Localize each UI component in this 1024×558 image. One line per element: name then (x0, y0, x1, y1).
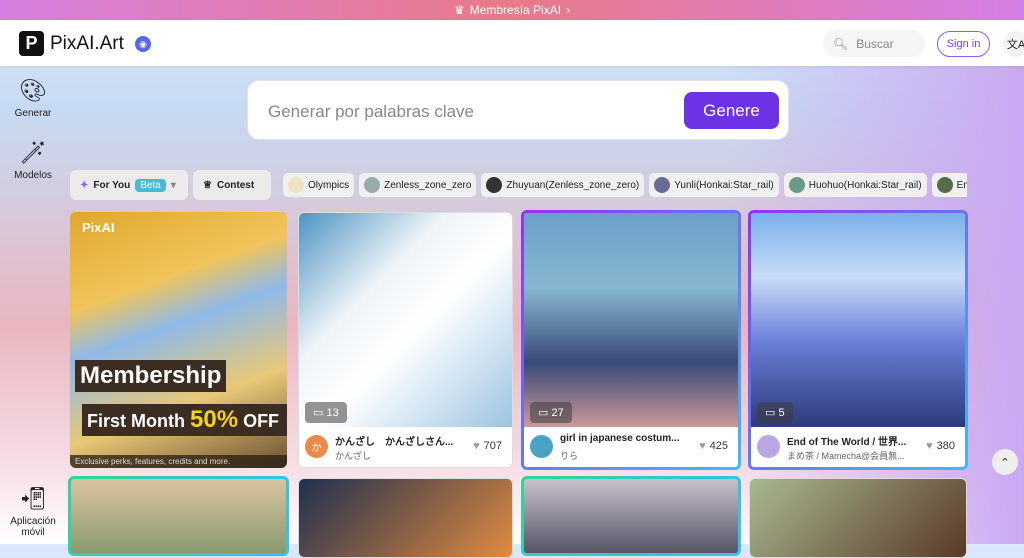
promo-note: Exclusive perks, features, credits and m… (70, 455, 287, 468)
contest-label: Contest (216, 179, 255, 191)
heart-icon: ♥ (926, 440, 933, 452)
comment-number: 27 (551, 407, 564, 419)
crown-icon: ♛ (453, 3, 465, 17)
sparkle-icon: ✦ (80, 179, 89, 191)
avatar[interactable] (530, 435, 553, 458)
sidebar-item-generar[interactable]: 🎨︎ Generar (0, 78, 66, 119)
tag-chip[interactable]: Huohuo(Honkai:Star_rail) (783, 173, 927, 197)
sidebar-label: Aplicación móvil (10, 516, 56, 538)
search-icon: 🔍︎ (833, 36, 849, 51)
magic-wand-icon: 🪄︎ (19, 140, 47, 165)
avatar[interactable] (757, 435, 780, 458)
phone-download-icon: 📲︎ (19, 486, 47, 511)
sidebar-item-modelos[interactable]: 🪄︎ Modelos (0, 140, 66, 181)
artwork-card[interactable]: ▭ 27 girl in japanese costum... りら ♥ 425 (521, 210, 741, 470)
brand-name[interactable]: PixAI.Art (50, 33, 124, 55)
sidebar-item-mobile-app[interactable]: 📲︎ Aplicación móvil (0, 486, 66, 538)
artwork-card[interactable]: ▭ 13 か かんざし かんざしさん... かんざし ♥ 707 (298, 212, 513, 468)
tag-label: Huohuo(Honkai:Star_rail) (808, 179, 922, 191)
promo-brand: PixAI (82, 220, 115, 235)
tag-chip[interactable]: Emilie(Genshin (931, 173, 967, 197)
beta-badge: Beta (135, 178, 166, 192)
heart-icon: ♥ (473, 440, 480, 452)
tag-chip[interactable]: Zenless_zone_zero (359, 173, 477, 197)
card-title: かんざし かんざしさん... (335, 437, 454, 448)
for-you-label: For You (93, 179, 131, 191)
like-count: 707 (483, 440, 502, 452)
card-author[interactable]: りら (560, 449, 680, 462)
tag-chip[interactable]: Zhuyuan(Zenless_zone_zero) (481, 173, 645, 197)
comment-number: 5 (778, 407, 785, 419)
card-footer: End of The World / 世界... まめ茶 / Mamecha@会… (751, 427, 965, 467)
tag-avatar (654, 177, 671, 193)
membership-promo-card[interactable]: PixAI Membership First Month 50% OFF Exc… (70, 212, 287, 468)
chevron-up-icon: ⌃ (1000, 456, 1010, 469)
header: P PixAI.Art ◉ 🔍︎ Buscar Sign in 文A (0, 20, 1024, 66)
artwork-card[interactable] (298, 478, 513, 558)
logo-icon[interactable]: P (19, 31, 44, 56)
tag-avatar (288, 177, 304, 193)
artwork-image (751, 213, 965, 427)
promo-line: First Month (87, 411, 185, 431)
tag-avatar (788, 177, 805, 193)
scroll-to-top-button[interactable]: ⌃ (992, 449, 1018, 475)
tag-avatar (936, 177, 953, 193)
like-count: 380 (936, 440, 955, 452)
tag-label: Emilie(Genshin (956, 179, 967, 191)
card-author[interactable]: かんざし (335, 449, 455, 462)
translate-icon[interactable]: 文A (1003, 31, 1024, 57)
tag-label: Zenless_zone_zero (384, 179, 472, 191)
tag-label: Yunli(Honkai:Star_rail) (674, 179, 774, 191)
artwork-image (299, 213, 512, 427)
tag-label: Olympics (308, 179, 350, 191)
for-you-dropdown[interactable]: ✦ For You Beta ▾ (70, 170, 188, 200)
generate-box: Generar por palabras clave Genere (247, 80, 789, 140)
promo-title: Membership (75, 360, 227, 392)
tag-avatar (364, 177, 381, 193)
discord-icon[interactable]: ◉ (135, 36, 151, 52)
promo-off: OFF (243, 411, 280, 431)
tag-list: Olympics Zenless_zone_zero Zhuyuan(Zenle… (283, 173, 967, 197)
chevron-right-icon: › (566, 3, 571, 17)
tag-label: Zhuyuan(Zenless_zone_zero) (506, 179, 640, 191)
comment-count: ▭ 5 (757, 402, 793, 423)
card-footer: girl in japanese costum... りら ♥ 425 (524, 427, 738, 467)
comment-count: ▭ 27 (530, 402, 572, 423)
heart-icon: ♥ (699, 440, 706, 452)
artwork-image (524, 213, 738, 427)
comment-count: ▭ 13 (305, 402, 347, 423)
keyword-input[interactable]: Generar por palabras clave (268, 102, 474, 122)
artwork-card[interactable] (521, 476, 741, 556)
like-count: 425 (709, 440, 728, 452)
comment-number: 13 (326, 407, 339, 419)
banner-label: Membresía PixAI (469, 3, 562, 17)
membership-banner[interactable]: ♛ Membresía PixAI › (0, 0, 1024, 20)
card-footer: か かんざし かんざしさん... かんざし ♥ 707 (299, 427, 512, 467)
promo-discount: 50% (190, 406, 239, 433)
artwork-card[interactable] (68, 476, 289, 556)
avatar[interactable]: か (305, 435, 328, 458)
trophy-icon: ♕ (203, 179, 212, 191)
tag-chip[interactable]: Yunli(Honkai:Star_rail) (649, 173, 779, 197)
like-button[interactable]: ♥ 380 (926, 440, 955, 452)
promo-offer: First Month 50% OFF (82, 404, 287, 436)
sidebar-label: Modelos (14, 170, 52, 181)
artwork-card[interactable] (749, 478, 967, 558)
tag-chip[interactable]: Olympics (283, 173, 355, 197)
sign-in-button[interactable]: Sign in (937, 31, 990, 57)
sidebar-label: Generar (14, 108, 52, 119)
chevron-down-icon: ▾ (170, 179, 176, 191)
card-title: End of The World / 世界... (787, 437, 907, 448)
like-button[interactable]: ♥ 425 (699, 440, 728, 452)
contest-button[interactable]: ♕ Contest (193, 170, 271, 200)
search-input[interactable]: 🔍︎ Buscar (823, 30, 925, 57)
card-title: girl in japanese costum... (560, 433, 680, 444)
artwork-card[interactable]: ▭ 5 End of The World / 世界... まめ茶 / Mamec… (748, 210, 968, 470)
search-placeholder: Buscar (856, 36, 894, 51)
tag-avatar (486, 177, 503, 193)
palette-icon: 🎨︎ (19, 78, 47, 103)
like-button[interactable]: ♥ 707 (473, 440, 502, 452)
card-author[interactable]: まめ茶 / Mamecha@会員無... (787, 449, 907, 462)
generate-button[interactable]: Genere (684, 92, 779, 129)
